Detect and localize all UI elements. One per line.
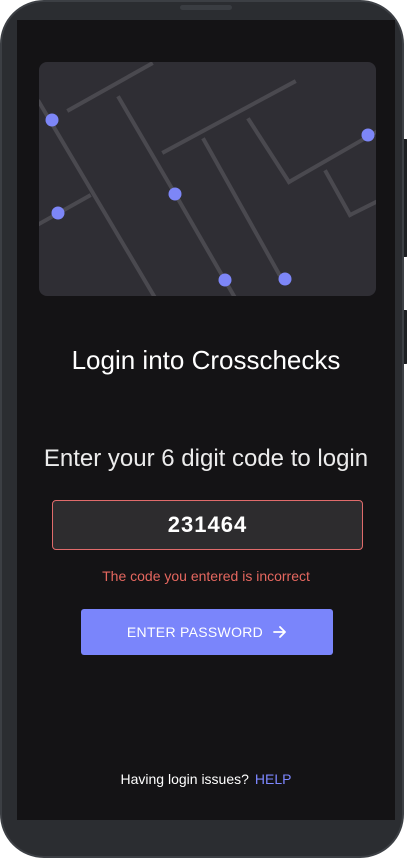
- page-title: Login into Crosschecks: [71, 345, 341, 375]
- help-prompt: Having login issues?: [120, 771, 249, 787]
- help-footer: Having login issues? HELP: [17, 771, 395, 787]
- code-instruction: Enter your 6 digit code to login: [43, 445, 369, 472]
- phone-frame: Login into Crosschecks Enter your 6 digi…: [0, 0, 407, 858]
- enter-password-button[interactable]: ENTER PASSWORD: [81, 609, 333, 655]
- help-link[interactable]: HELP: [255, 771, 292, 787]
- map-illustration: [39, 62, 376, 296]
- enter-password-label: ENTER PASSWORD: [126, 624, 264, 640]
- app-screen: Login into Crosschecks Enter your 6 digi…: [17, 20, 395, 820]
- map-lines-graphic: [39, 62, 376, 296]
- error-message: The code you entered is incorrect: [102, 568, 310, 584]
- arrow-right-icon: [273, 625, 287, 639]
- code-input[interactable]: 231464: [52, 500, 363, 550]
- speaker-slot: [180, 5, 232, 10]
